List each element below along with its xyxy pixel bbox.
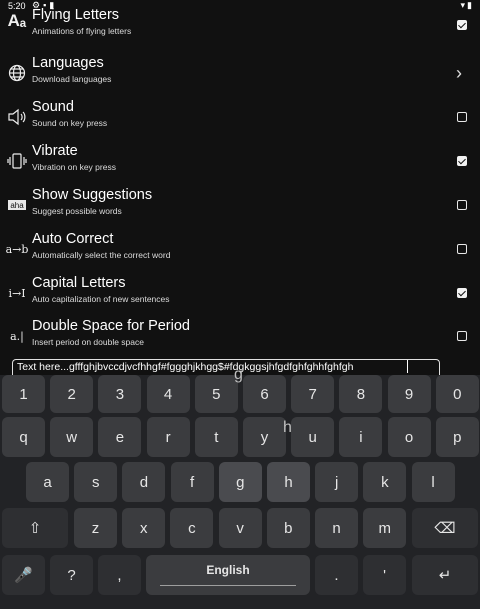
mic-key[interactable]: 🎤: [2, 555, 45, 595]
checkbox[interactable]: [457, 112, 467, 122]
key-e[interactable]: e: [98, 417, 142, 457]
key-l[interactable]: l: [411, 462, 455, 502]
double-space-icon: a.|: [10, 329, 24, 343]
flying-letters-icon: Aₐ: [7, 11, 27, 30]
apostrophe-key[interactable]: ': [363, 555, 406, 595]
speaker-icon: [6, 106, 28, 128]
setting-title: Auto Correct: [32, 231, 114, 247]
vibrate-icon: [6, 150, 28, 172]
setting-subtitle: Vibration on key press: [32, 162, 116, 172]
setting-vibrate[interactable]: Vibrate Vibration on key press: [0, 143, 480, 187]
keyboard: 1 2 3 4 5 6 7 8 9 0 q w e r t y u i o p a s d f g h j k l ⇧ z x c v b n m ⌫ 🎤?…: [0, 366, 480, 609]
setting-auto-correct[interactable]: a→b Auto Correct Automatically select the …: [0, 231, 480, 275]
setting-subtitle: Automatically select the correct word: [32, 250, 171, 260]
setting-flying-letters[interactable]: Aₐ Flying Letters Animations of flying let…: [0, 7, 480, 51]
checkbox[interactable]: [457, 20, 467, 30]
shift-key[interactable]: ⇧: [2, 508, 68, 548]
enter-key[interactable]: ↵: [412, 555, 478, 595]
setting-subtitle: Download languages: [32, 74, 112, 84]
key-s[interactable]: s: [74, 462, 118, 502]
key-r[interactable]: r: [146, 417, 190, 457]
checkbox[interactable]: [457, 288, 467, 298]
key-8[interactable]: 8: [339, 375, 383, 413]
checkbox[interactable]: [457, 244, 467, 254]
key-b[interactable]: b: [266, 508, 310, 548]
setting-title: Capital Letters: [32, 275, 126, 291]
setting-subtitle: Insert period on double space: [32, 337, 144, 347]
key-y[interactable]: y: [243, 417, 286, 457]
key-preview: h: [283, 419, 292, 436]
question-key[interactable]: ?: [50, 555, 93, 595]
checkbox[interactable]: [457, 331, 467, 341]
setting-subtitle: Sound on key press: [32, 118, 108, 128]
period-key[interactable]: .: [315, 555, 358, 595]
capital-letters-icon: i→I: [8, 286, 26, 300]
key-2[interactable]: 2: [50, 375, 94, 413]
key-v[interactable]: v: [218, 508, 262, 548]
key-z[interactable]: z: [74, 508, 117, 548]
key-g[interactable]: g: [218, 462, 262, 502]
setting-languages[interactable]: Languages Download languages ›: [0, 55, 480, 99]
key-7[interactable]: 7: [291, 375, 335, 413]
checkbox[interactable]: [457, 156, 467, 166]
key-9[interactable]: 9: [387, 375, 431, 413]
text-input-field[interactable]: Text here...gfffghjbvccdjvcfhhgf#fggghjk…: [12, 359, 440, 375]
key-k[interactable]: k: [363, 462, 407, 502]
setting-capital-letters[interactable]: i→I Capital Letters Auto capitalization of…: [0, 275, 480, 319]
setting-sound[interactable]: Sound Sound on key press: [0, 99, 480, 143]
setting-title: Double Space for Period: [32, 318, 190, 334]
checkbox[interactable]: [457, 200, 467, 210]
key-c[interactable]: c: [170, 508, 214, 548]
key-5[interactable]: 5: [194, 375, 238, 413]
key-h[interactable]: h: [267, 462, 310, 502]
key-1[interactable]: 1: [2, 375, 45, 413]
key-6[interactable]: 6: [243, 375, 286, 413]
key-x[interactable]: x: [122, 508, 166, 548]
text-cursor: [407, 360, 408, 373]
setting-show-suggestions[interactable]: aha Show Suggestions Suggest possible word…: [0, 187, 480, 231]
key-o[interactable]: o: [387, 417, 431, 457]
suggestions-icon: aha: [8, 200, 26, 210]
settings-list: Aₐ Flying Letters Animations of flying let…: [0, 0, 480, 355]
key-u[interactable]: u: [291, 417, 335, 457]
setting-subtitle: Suggest possible words: [32, 206, 122, 216]
key-3[interactable]: 3: [98, 375, 142, 413]
key-a[interactable]: a: [26, 462, 69, 502]
key-t[interactable]: t: [194, 417, 238, 457]
key-0[interactable]: 0: [435, 375, 479, 413]
setting-title: Show Suggestions: [32, 187, 153, 203]
key-f[interactable]: f: [170, 462, 214, 502]
chevron-right-icon: ›: [456, 63, 462, 83]
space-bar[interactable]: English: [146, 555, 310, 595]
globe-icon: [6, 62, 28, 84]
comma-key[interactable]: ,: [98, 555, 141, 595]
key-j[interactable]: j: [315, 462, 359, 502]
setting-subtitle: Auto capitalization of new sentences: [32, 294, 170, 304]
key-d[interactable]: d: [122, 462, 166, 502]
backspace-key[interactable]: ⌫: [412, 508, 478, 548]
setting-title: Sound: [32, 99, 74, 115]
setting-title: Languages: [32, 55, 104, 71]
key-q[interactable]: q: [2, 417, 45, 457]
key-i[interactable]: i: [339, 417, 383, 457]
text-input-value[interactable]: Text here...gfffghjbvccdjvcfhhgf#fggghjk…: [17, 361, 353, 373]
setting-title: Vibrate: [32, 143, 78, 159]
setting-double-space-for-period[interactable]: a.| Double Space for Period Insert period …: [0, 318, 480, 362]
key-n[interactable]: n: [315, 508, 358, 548]
space-bar-underline: [160, 585, 296, 586]
key-m[interactable]: m: [363, 508, 407, 548]
key-p[interactable]: p: [435, 417, 479, 457]
auto-correct-icon: a→b: [5, 242, 29, 256]
key-4[interactable]: 4: [146, 375, 190, 413]
key-w[interactable]: w: [50, 417, 94, 457]
setting-title: Flying Letters: [32, 7, 120, 23]
key-preview: g: [234, 366, 243, 383]
setting-subtitle: Animations of flying letters: [32, 26, 132, 36]
